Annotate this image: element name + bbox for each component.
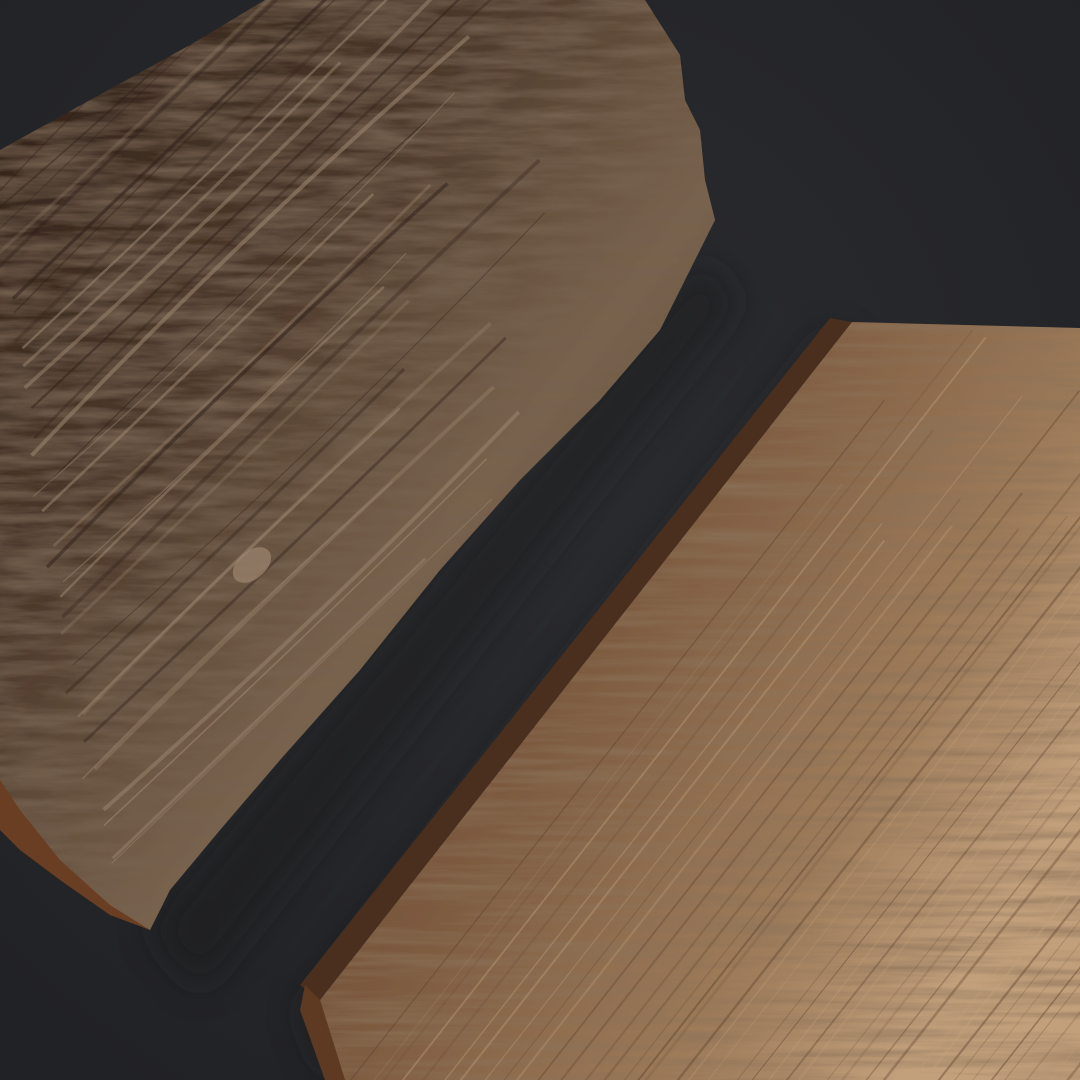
wood-scene xyxy=(0,0,1080,1080)
